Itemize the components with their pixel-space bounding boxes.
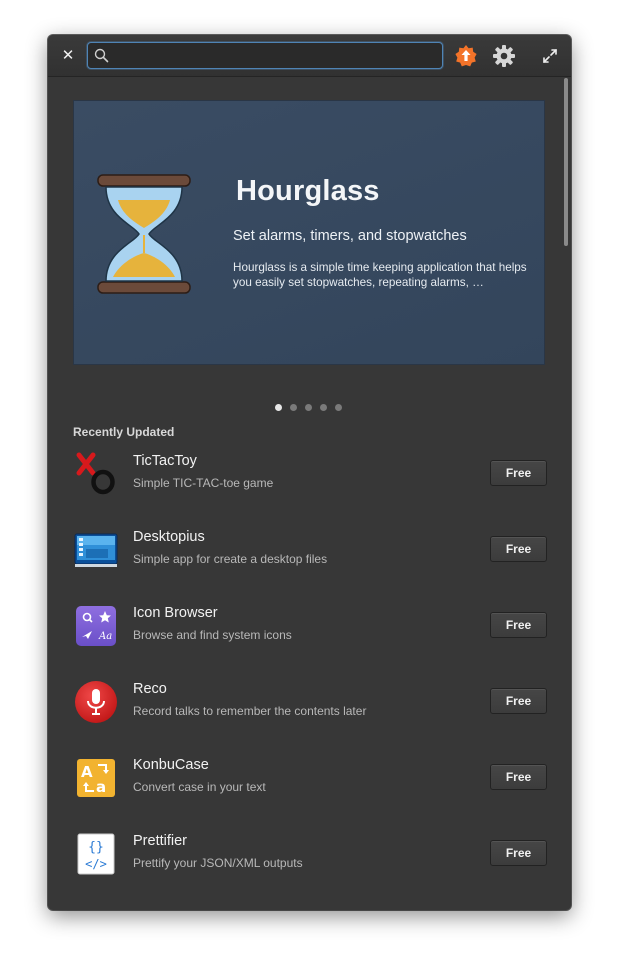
app-summary: Simple app for create a desktop files xyxy=(133,552,328,566)
app-summary: Record talks to remember the contents la… xyxy=(133,704,367,718)
app-summary: Browse and find system icons xyxy=(133,628,292,642)
banner-description: Hourglass is a simple time keeping appli… xyxy=(233,261,527,289)
install-button[interactable]: Free xyxy=(490,460,547,486)
svg-text:a: a xyxy=(96,778,106,796)
app-row-reco[interactable]: Reco Record talks to remember the conten… xyxy=(72,674,548,730)
banner-title: Hourglass xyxy=(236,175,380,207)
banner-subtitle: Set alarms, timers, and stopwatches xyxy=(233,228,467,244)
app-summary: Convert case in your text xyxy=(133,780,266,794)
featured-banner[interactable]: Hourglass Set alarms, timers, and stopwa… xyxy=(73,100,545,365)
app-window: ✕ Hourglass Set alarms, timers, and stop… xyxy=(48,35,571,910)
install-button[interactable]: Free xyxy=(490,612,547,638)
tictactoy-icon xyxy=(76,452,115,495)
svg-text:</>: </> xyxy=(85,857,107,871)
app-row-konbucase[interactable]: A a KonbuCase Convert case in your text … xyxy=(72,750,548,806)
search-entry[interactable] xyxy=(87,42,443,69)
app-name: Reco xyxy=(133,681,167,697)
app-row-icon-browser[interactable]: Aa Icon Browser Browse and find system i… xyxy=(72,598,548,654)
svg-text:Aa: Aa xyxy=(98,631,112,642)
gear-icon[interactable] xyxy=(492,44,516,68)
scrollbar[interactable] xyxy=(564,78,568,246)
konbucase-icon: A a xyxy=(77,759,115,797)
desktopius-icon xyxy=(74,533,118,567)
app-row-desktopius[interactable]: Desktopius Simple app for create a deskt… xyxy=(72,522,548,578)
svg-text:{}: {} xyxy=(88,840,104,855)
app-name: KonbuCase xyxy=(133,757,209,773)
svg-text:A: A xyxy=(81,763,93,781)
install-button[interactable]: Free xyxy=(490,764,547,790)
carousel-dot-4[interactable] xyxy=(320,404,327,411)
install-button[interactable]: Free xyxy=(490,688,547,714)
carousel-dot-5[interactable] xyxy=(335,404,342,411)
app-name: Desktopius xyxy=(133,529,205,545)
updates-available-icon[interactable] xyxy=(454,44,478,68)
app-name: Prettifier xyxy=(133,833,187,849)
app-row-prettifier[interactable]: {} </> Prettifier Prettify your JSON/XML… xyxy=(72,826,548,882)
icon-browser-icon: Aa xyxy=(76,606,116,646)
app-summary: Simple TIC-TAC-toe game xyxy=(133,476,274,490)
app-name: TicTacToy xyxy=(133,453,197,469)
install-button[interactable]: Free xyxy=(490,840,547,866)
headerbar: ✕ xyxy=(48,35,571,77)
search-icon xyxy=(94,48,109,63)
close-icon[interactable]: ✕ xyxy=(60,46,76,64)
app-summary: Prettify your JSON/XML outputs xyxy=(133,856,303,870)
maximize-icon[interactable] xyxy=(542,48,558,64)
app-name: Icon Browser xyxy=(133,605,218,621)
carousel-dot-1[interactable] xyxy=(275,404,282,411)
carousel-dot-3[interactable] xyxy=(305,404,312,411)
search-input[interactable] xyxy=(114,45,438,67)
carousel-dot-2[interactable] xyxy=(290,404,297,411)
install-button[interactable]: Free xyxy=(490,536,547,562)
prettifier-icon: {} </> xyxy=(77,833,115,875)
microphone-icon xyxy=(75,681,117,723)
section-title: Recently Updated xyxy=(73,425,175,439)
app-row-tictactoy[interactable]: TicTacToy Simple TIC-TAC-toe game Free xyxy=(72,446,548,502)
hourglass-icon xyxy=(97,174,191,294)
